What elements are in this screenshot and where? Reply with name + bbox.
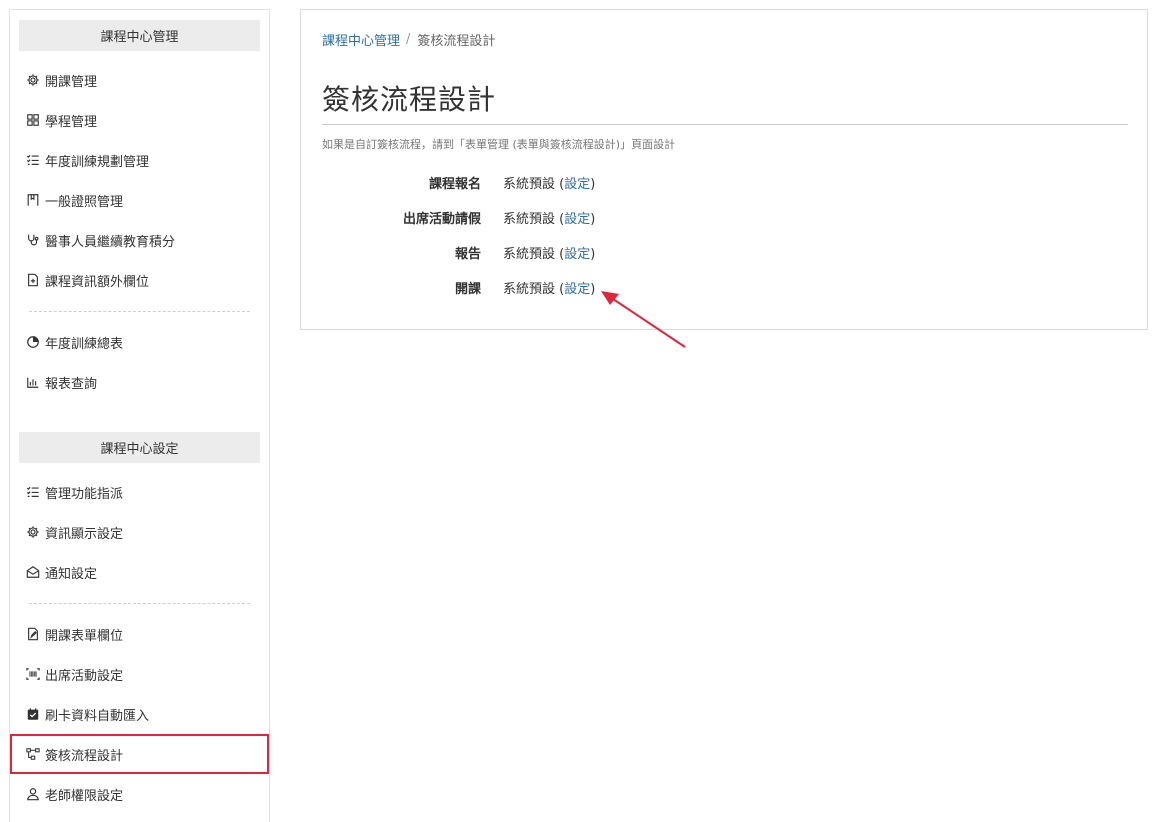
setting-row-report: 報告 系統預設 (設定) — [322, 242, 922, 262]
checklist-icon — [25, 484, 41, 500]
sidebar-item-program-management[interactable]: 學程管理 — [25, 100, 255, 140]
sidebar: 課程中心管理 開課管理 學程管理 年度訓練規劃管理 一般證照管理 醫事人員繼續教… — [9, 9, 270, 822]
setting-label: 開課 — [454, 281, 481, 297]
checklist-icon — [25, 152, 41, 168]
pie-chart-icon — [25, 334, 41, 350]
close-paren: ) — [590, 176, 596, 192]
setting-label: 課程報名 — [428, 176, 481, 192]
close-paren: ) — [590, 246, 596, 262]
sidebar-item-annual-training-summary[interactable]: 年度訓練總表 — [25, 322, 255, 362]
barcode-icon — [25, 666, 41, 682]
setting-value-text: 系統預設 — [503, 211, 556, 227]
sidebar-item-annual-training-plan[interactable]: 年度訓練規劃管理 — [25, 140, 255, 180]
page-title: 簽核流程設計 — [322, 83, 497, 116]
setting-link-course-registration[interactable]: 設定 — [564, 177, 590, 192]
sidebar-item-label: 刷卡資料自動匯入 — [45, 708, 150, 724]
section-header-course-center-settings: 課程中心設定 — [19, 432, 260, 463]
sidebar-item-extra-fields[interactable]: 課程資訊額外欄位 — [25, 260, 255, 300]
close-paren: ) — [590, 281, 596, 297]
sidebar-item-certificate-management[interactable]: 一般證照管理 — [25, 180, 255, 220]
file-edit-icon — [25, 626, 41, 642]
sidebar-item-label: 學程管理 — [45, 114, 98, 130]
sidebar-item-function-assignment[interactable]: 管理功能指派 — [25, 472, 255, 512]
sidebar-item-attendance-settings[interactable]: 出席活動設定 — [25, 654, 255, 694]
sidebar-item-label: 開課表單欄位 — [45, 628, 124, 644]
sidebar-item-course-form-fields[interactable]: 開課表單欄位 — [25, 614, 255, 654]
breadcrumb-link-course-center-management[interactable]: 課程中心管理 — [322, 30, 400, 49]
active-item-highlight — [10, 734, 269, 774]
sidebar-item-label: 管理功能指派 — [45, 486, 124, 502]
setting-value-text: 系統預設 — [503, 176, 556, 192]
breadcrumb-separator: / — [406, 32, 411, 47]
setting-link-attendance-leave[interactable]: 設定 — [564, 212, 590, 227]
sidebar-item-notification-settings[interactable]: 通知設定 — [25, 552, 255, 592]
annotation-arrow-icon — [601, 291, 686, 348]
sidebar-item-medical-credits[interactable]: 醫事人員繼續教育積分 — [25, 220, 255, 260]
user-icon — [25, 786, 41, 802]
setting-value-text: 系統預設 — [503, 246, 556, 262]
sidebar-item-label: 醫事人員繼續教育積分 — [45, 234, 176, 250]
sidebar-item-label: 年度訓練規劃管理 — [45, 154, 150, 170]
sidebar-item-course-management[interactable]: 開課管理 — [25, 60, 255, 100]
title-divider — [322, 124, 1128, 125]
setting-link-report[interactable]: 設定 — [564, 247, 590, 262]
setting-value: 系統預設 (設定) — [503, 278, 595, 297]
breadcrumb: 課程中心管理 / 簽核流程設計 — [322, 30, 495, 49]
setting-row-attendance-leave: 出席活動請假 系統預設 (設定) — [322, 207, 922, 227]
bar-chart-icon — [25, 374, 41, 390]
sidebar-divider — [29, 311, 250, 312]
grid-icon — [25, 112, 41, 128]
sidebar-item-label: 一般證照管理 — [45, 194, 124, 210]
setting-value-text: 系統預設 — [503, 281, 556, 297]
setting-value: 系統預設 (設定) — [503, 173, 595, 192]
setting-label: 出席活動請假 — [402, 211, 481, 227]
sidebar-item-label: 老師權限設定 — [45, 788, 124, 804]
setting-link-course-opening[interactable]: 設定 — [564, 282, 590, 297]
sidebar-item-label: 資訊顯示設定 — [45, 526, 124, 542]
stethoscope-icon — [25, 232, 41, 248]
setting-value: 系統預設 (設定) — [503, 208, 595, 227]
setting-row-course-registration: 課程報名 系統預設 (設定) — [322, 172, 922, 192]
sidebar-item-display-settings[interactable]: 資訊顯示設定 — [25, 512, 255, 552]
sidebar-item-label: 報表查詢 — [45, 376, 98, 392]
file-plus-icon — [25, 272, 41, 288]
sidebar-item-report-query[interactable]: 報表查詢 — [25, 362, 255, 402]
calendar-check-icon — [25, 706, 41, 722]
main-panel: 課程中心管理 / 簽核流程設計 簽核流程設計 如果是自訂簽核流程，請到「表單管理… — [300, 9, 1148, 330]
sidebar-item-teacher-permissions[interactable]: 老師權限設定 — [25, 774, 255, 814]
setting-label: 報告 — [454, 246, 481, 262]
help-note: 如果是自訂簽核流程，請到「表單管理 (表單與簽核流程設計)」頁面設計 — [322, 138, 676, 151]
close-paren: ) — [590, 211, 596, 227]
section-header-course-center-management: 課程中心管理 — [19, 20, 260, 51]
setting-value: 系統預設 (設定) — [503, 243, 595, 262]
sidebar-item-label: 年度訓練總表 — [45, 336, 124, 352]
sidebar-item-label: 通知設定 — [45, 566, 98, 582]
sidebar-divider — [29, 603, 250, 604]
envelope-open-icon — [25, 564, 41, 580]
sidebar-item-label: 課程資訊額外欄位 — [45, 274, 150, 290]
certificate-icon — [25, 192, 41, 208]
sidebar-item-card-auto-import[interactable]: 刷卡資料自動匯入 — [25, 694, 255, 734]
breadcrumb-current: 簽核流程設計 — [417, 34, 496, 49]
sidebar-item-label: 開課管理 — [45, 74, 98, 90]
gear-icon — [25, 72, 41, 88]
gear-icon — [25, 524, 41, 540]
sidebar-item-label: 出席活動設定 — [45, 668, 124, 684]
